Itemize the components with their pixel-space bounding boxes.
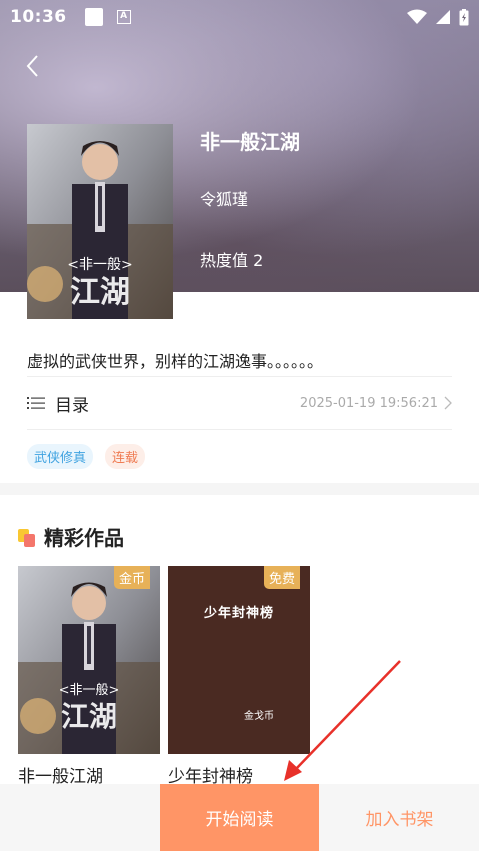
tag-genre[interactable]: 武侠修真 (27, 444, 94, 469)
section-header: 精彩作品 (18, 522, 124, 551)
work-cover[interactable]: <非一般> 江湖 金币 (18, 566, 160, 754)
price-badge: 金币 (113, 566, 150, 589)
keyboard-icon: A (116, 10, 131, 24)
book-author[interactable]: 令狐瑾 (200, 186, 248, 210)
battery-icon (459, 8, 469, 25)
tag-status[interactable]: 连载 (105, 444, 146, 469)
section-separator (0, 483, 479, 495)
status-time: 10:36 (10, 7, 67, 27)
toc-label: 目录 (55, 395, 89, 416)
divider (27, 429, 452, 430)
status-bar: 10:36 A (0, 0, 479, 34)
toc-row[interactable]: 目录 2025-01-19 19:56:21 (27, 377, 452, 429)
cover-title-text: 少年封神榜 (203, 606, 274, 621)
work-card[interactable]: <非一般> 江湖 金币 非一般江湖 (18, 566, 160, 787)
notification-icon (84, 8, 103, 26)
toc-updated-time: 2025-01-19 19:56:21 (299, 395, 438, 411)
svg-text:<非一般>: <非一般> (59, 682, 120, 698)
signal-icon (436, 10, 450, 24)
book-cover: <非一般> 江湖 (27, 124, 173, 319)
price-badge: 免费 (263, 566, 300, 589)
chevron-right-icon (444, 396, 452, 410)
svg-text:江湖: 江湖 (70, 275, 130, 310)
section-icon (18, 527, 38, 547)
section-title: 精彩作品 (44, 526, 124, 550)
work-cover[interactable]: 少年封神榜 金戈币 免费 (168, 566, 310, 754)
work-card[interactable]: 少年封神榜 金戈币 免费 少年封神榜 (168, 566, 310, 787)
svg-text:江湖: 江湖 (61, 700, 117, 733)
book-heat: 热度值 2 (200, 251, 264, 270)
start-reading-button[interactable]: 开始阅读 (160, 784, 319, 851)
wifi-icon (407, 9, 427, 24)
cover-author-text: 金戈币 (244, 711, 274, 722)
svg-text:<非一般>: <非一般> (67, 257, 132, 273)
add-to-shelf-button[interactable]: 加入书架 (320, 784, 479, 851)
list-icon (27, 397, 45, 409)
book-title: 非一般江湖 (200, 130, 300, 154)
back-icon[interactable] (20, 52, 48, 80)
book-description: 虚拟的武侠世界，别样的江湖逸事。。。。。。 (27, 352, 324, 371)
tag-list: 武侠修真 连载 (27, 444, 146, 469)
